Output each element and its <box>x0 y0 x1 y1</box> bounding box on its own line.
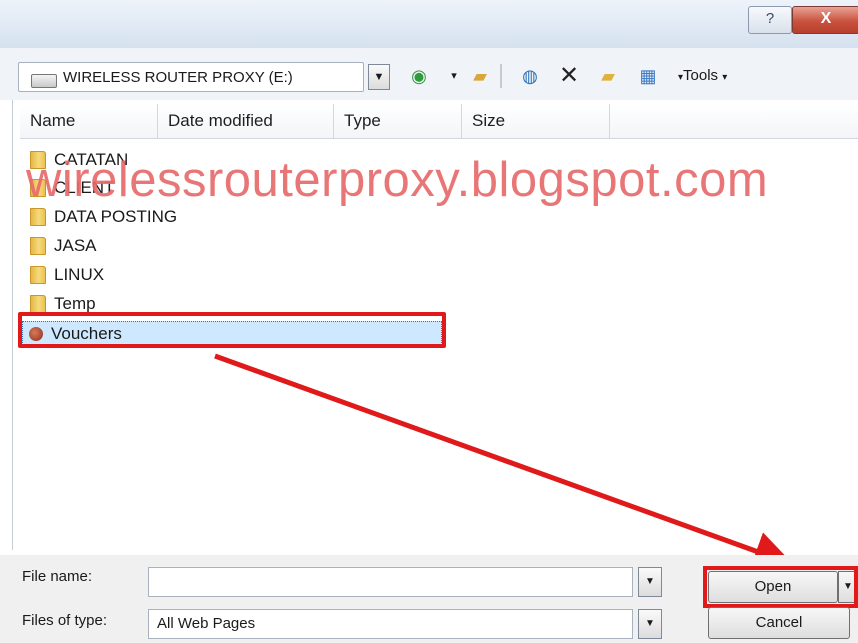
files-of-type-dropdown-arrow[interactable]: ▼ <box>638 609 662 639</box>
file-name-dropdown-arrow[interactable]: ▼ <box>638 567 662 597</box>
open-highlight-annotation <box>703 566 858 608</box>
files-of-type-select[interactable]: All Web Pages <box>148 609 633 639</box>
file-name-label: File name: <box>22 568 93 585</box>
files-of-type-label: Files of type: <box>22 612 108 629</box>
pointer-arrow-annotation <box>214 353 794 571</box>
cancel-button[interactable]: Cancel <box>708 607 850 639</box>
file-name-field[interactable] <box>148 567 633 597</box>
arrow-line <box>214 353 794 571</box>
